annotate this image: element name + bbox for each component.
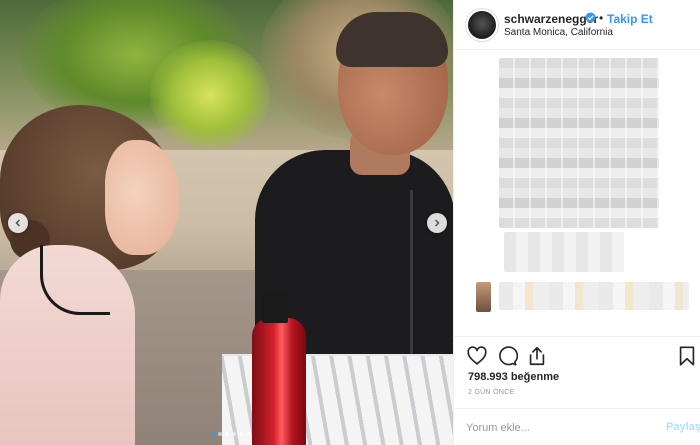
carousel-prev-button[interactable] (8, 213, 28, 233)
likes-count[interactable]: 798.993 beğenme (468, 371, 559, 383)
carousel-dot (211, 432, 215, 436)
bottle-cap (262, 293, 288, 323)
carousel-indicator (211, 432, 250, 436)
likes-number: 798.993 (468, 371, 508, 383)
location-link[interactable]: Santa Monica, California (504, 27, 613, 38)
blurred-comment (499, 282, 689, 310)
blurred-avatar (476, 282, 491, 312)
post-side-panel: schwarzenegger • Takip Et Santa Monica, … (453, 0, 700, 445)
carousel-dot (232, 432, 236, 436)
bookmark-icon (679, 346, 695, 366)
carousel-next-button[interactable] (427, 213, 447, 233)
separator-dot: • (599, 11, 604, 25)
action-bar (454, 336, 700, 374)
post-comment-button[interactable]: Paylaş (666, 421, 700, 433)
avatar[interactable] (466, 9, 498, 41)
carousel-dot (246, 432, 250, 436)
share-icon (529, 346, 545, 366)
chevron-right-icon (434, 219, 440, 227)
post-header: schwarzenegger • Takip Et Santa Monica, … (454, 0, 700, 50)
post-timestamp[interactable]: 2 GÜN ÖNCE (468, 389, 515, 396)
share-button[interactable] (526, 345, 548, 367)
comment-button[interactable] (496, 345, 519, 367)
red-bottle (252, 318, 306, 445)
girl-face (105, 140, 180, 255)
blurred-caption (504, 232, 624, 272)
comment-form: Paylaş (454, 408, 700, 445)
verified-badge-icon (585, 12, 596, 23)
background-foliage (150, 40, 270, 150)
carousel-dot (218, 432, 222, 436)
chevron-left-icon (15, 219, 21, 227)
likes-label: beğenme (510, 371, 560, 383)
man-hair (336, 12, 448, 67)
blurred-caption (499, 58, 659, 228)
username-link[interactable]: schwarzenegger (504, 12, 598, 26)
carousel-dot (239, 432, 243, 436)
comment-bubble-icon (499, 346, 519, 366)
carousel-dot (225, 432, 229, 436)
jacket-zipper (410, 190, 413, 360)
heart-icon (467, 346, 487, 365)
like-button[interactable] (466, 345, 488, 367)
save-button[interactable] (676, 345, 698, 367)
comment-input[interactable] (466, 419, 646, 437)
follow-button[interactable]: Takip Et (607, 12, 653, 26)
post-photo[interactable] (0, 0, 453, 445)
